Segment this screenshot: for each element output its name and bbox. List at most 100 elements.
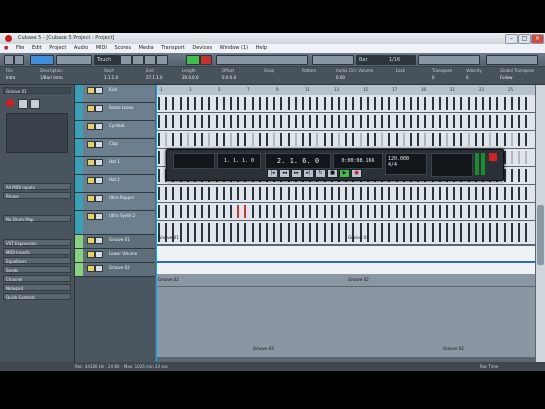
midi-event[interactable]	[482, 187, 484, 200]
midi-event[interactable]	[194, 223, 196, 242]
midi-event[interactable]	[179, 133, 182, 146]
track-row[interactable]: Groove 01	[75, 235, 155, 249]
midi-event[interactable]	[215, 97, 218, 110]
midi-event[interactable]	[244, 115, 247, 128]
midi-event[interactable]	[251, 115, 254, 128]
part-label[interactable]: Groove 02	[158, 277, 179, 282]
mute-button[interactable]	[87, 141, 95, 148]
midi-event[interactable]	[482, 205, 484, 218]
midi-event[interactable]	[287, 223, 290, 242]
quantize-select[interactable]: 1/16	[386, 55, 416, 65]
midi-event[interactable]	[395, 115, 398, 128]
info-value-end[interactable]: 27.1.1.0	[146, 75, 163, 80]
midi-event[interactable]	[309, 133, 312, 146]
midi-event[interactable]	[431, 133, 434, 146]
midi-event[interactable]	[330, 115, 333, 128]
snap-buttons[interactable]	[312, 55, 354, 65]
app-menu-icon[interactable]: ●	[4, 44, 8, 53]
midi-event[interactable]	[374, 205, 376, 218]
track-row[interactable]: Snare Loose	[75, 103, 155, 121]
midi-event[interactable]	[446, 187, 448, 200]
midi-event[interactable]	[410, 187, 412, 200]
midi-event[interactable]	[381, 133, 384, 146]
auto-mode-select[interactable]: Touch	[94, 55, 120, 65]
midi-event[interactable]	[446, 223, 448, 242]
midi-event[interactable]	[186, 133, 189, 146]
solo-button[interactable]	[95, 123, 103, 130]
midi-event[interactable]	[359, 97, 362, 110]
midi-event[interactable]	[258, 223, 261, 242]
midi-event[interactable]	[273, 133, 276, 146]
info-value-length[interactable]: 26.0.0.0	[182, 75, 199, 80]
inspector-section-channel[interactable]: Channel	[3, 275, 71, 282]
midi-event[interactable]	[460, 223, 463, 242]
automation-mode-button[interactable]	[56, 55, 92, 65]
midi-event[interactable]	[287, 205, 290, 218]
rewind-button[interactable]	[120, 55, 132, 65]
midi-event[interactable]	[489, 133, 492, 146]
midi-event[interactable]	[518, 133, 520, 146]
midi-event[interactable]	[438, 205, 441, 218]
midi-event[interactable]	[474, 223, 477, 242]
midi-event[interactable]	[474, 133, 477, 146]
midi-event[interactable]	[438, 187, 441, 200]
arrange-lane[interactable]	[156, 273, 535, 287]
transport-rewind-button[interactable]: ◂◂	[279, 169, 290, 178]
midi-event[interactable]	[446, 205, 448, 218]
midi-event[interactable]	[237, 115, 240, 128]
record-enable-icon[interactable]	[6, 99, 14, 107]
midi-event[interactable]	[201, 115, 204, 128]
midi-event[interactable]	[287, 187, 290, 200]
track-row[interactable]: Groove 02	[75, 263, 155, 277]
midi-event[interactable]	[222, 223, 225, 242]
mute-button[interactable]	[87, 159, 95, 166]
midi-event[interactable]	[460, 97, 463, 110]
midi-event[interactable]	[158, 97, 160, 110]
arrange-lane[interactable]	[156, 113, 535, 131]
solo-button[interactable]	[95, 195, 103, 202]
midi-event[interactable]	[338, 133, 340, 146]
midi-event[interactable]	[366, 115, 369, 128]
automation-lane[interactable]	[156, 245, 535, 274]
midi-event[interactable]	[489, 115, 492, 128]
midi-event[interactable]	[172, 187, 175, 200]
midi-event[interactable]	[510, 97, 513, 110]
midi-event[interactable]	[424, 187, 427, 200]
midi-event[interactable]	[244, 223, 247, 242]
midi-event[interactable]	[417, 115, 420, 128]
midi-event[interactable]	[446, 133, 448, 146]
midi-event[interactable]	[194, 133, 196, 146]
midi-event[interactable]	[287, 133, 290, 146]
midi-event[interactable]	[287, 97, 290, 110]
midi-event[interactable]	[172, 97, 175, 110]
midi-event[interactable]	[186, 115, 189, 128]
midi-event[interactable]	[215, 133, 218, 146]
midi-event[interactable]	[518, 151, 520, 164]
midi-event[interactable]	[323, 97, 326, 110]
midi-event[interactable]	[338, 97, 340, 110]
arrange-lane[interactable]	[156, 95, 535, 113]
midi-event[interactable]	[251, 133, 254, 146]
midi-event[interactable]	[503, 223, 506, 242]
midi-event[interactable]	[323, 133, 326, 146]
left-locator[interactable]: 1. 1. 1. 0	[217, 153, 261, 169]
midi-event[interactable]	[345, 205, 348, 218]
play-button[interactable]	[186, 55, 200, 65]
midi-event[interactable]	[294, 133, 297, 146]
right-display[interactable]: 0:00:08.166	[333, 153, 383, 169]
midi-event[interactable]	[496, 187, 499, 200]
track-row[interactable]: Lower Volume	[75, 249, 155, 263]
midi-event[interactable]	[510, 187, 513, 200]
transport-cycle-button[interactable]: ↻	[315, 169, 326, 178]
midi-event[interactable]	[374, 187, 376, 200]
midi-event[interactable]	[172, 115, 175, 128]
midi-event[interactable]	[402, 133, 405, 146]
midi-event[interactable]	[186, 97, 189, 110]
midi-event[interactable]	[158, 187, 160, 200]
midi-event[interactable]	[194, 115, 196, 128]
timeline-ruler[interactable]: 1 3 5 7 9 11 13 15 17 19 21 23 25	[156, 85, 535, 95]
midi-event[interactable]	[237, 133, 240, 146]
midi-event[interactable]	[309, 97, 312, 110]
midi-event[interactable]	[244, 133, 247, 146]
midi-event[interactable]	[388, 223, 391, 242]
